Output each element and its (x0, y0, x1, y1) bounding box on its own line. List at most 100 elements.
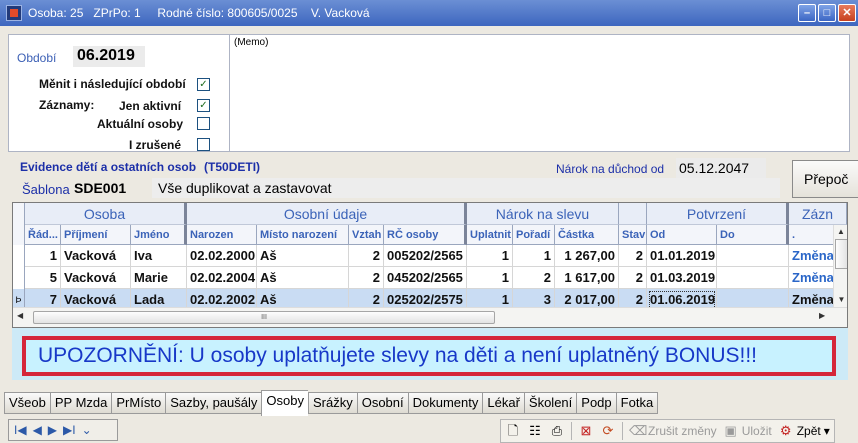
cell-prijmeni[interactable]: Vacková (61, 245, 131, 267)
cell-od[interactable]: 01.03.2019 (647, 267, 717, 289)
tab-fotka[interactable]: Fotka (615, 392, 659, 414)
delete-icon[interactable]: ⊠ (578, 423, 594, 439)
zpet-button[interactable]: ⚙ Zpět ▾ (778, 423, 830, 439)
cell-misto[interactable]: Aš (257, 245, 349, 267)
tab-pp-mzda[interactable]: PP Mzda (49, 392, 112, 414)
ulozit-button[interactable]: ▣ Uložit (723, 423, 772, 439)
app-icon (6, 5, 22, 21)
group-osobni-udaje: Osobní údaje (187, 203, 467, 225)
tab-osobni[interactable]: Osobní (356, 392, 408, 414)
col-jmeno[interactable]: Jméno (131, 225, 187, 245)
refresh-icon[interactable]: ⟳ (600, 423, 616, 439)
cell-narozen[interactable]: 02.02.2000 (187, 245, 257, 267)
sablona-code[interactable]: SDE001 (74, 180, 126, 196)
tab-dokumenty[interactable]: Dokumenty (407, 392, 483, 414)
cell-stav[interactable]: 2 (619, 245, 647, 267)
horizontal-scroll-thumb[interactable]: III (33, 311, 495, 324)
last-record-icon[interactable]: ▶I (63, 423, 76, 437)
menit-label: Měnit i následující období (39, 77, 186, 91)
cell-rc[interactable]: 005202/2565 (384, 245, 467, 267)
cell-od[interactable]: 01.01.2019 (647, 245, 717, 267)
next-record-icon[interactable]: ▶ (48, 423, 57, 437)
col-rad[interactable]: Řád... (25, 225, 61, 245)
horizontal-scrollbar[interactable]: ◀ III ▶ (13, 307, 847, 327)
tab-sazby-pausaly[interactable]: Sazby, paušály (165, 392, 262, 414)
group-potvrzeni: Potvrzení (647, 203, 789, 225)
cell-poradi[interactable]: 1 (513, 245, 555, 267)
close-button[interactable]: ✕ (838, 4, 856, 22)
cell-uplatnit[interactable]: 1 (467, 267, 513, 289)
back-icon: ⚙ (779, 423, 792, 438)
vertical-scrollbar[interactable]: ▲ ▼ (833, 225, 847, 307)
tab-srazky[interactable]: Srážky (307, 392, 357, 414)
vertical-scroll-thumb[interactable] (835, 239, 847, 269)
cell-vztah[interactable]: 2 (349, 267, 384, 289)
col-rc[interactable]: RČ osoby (384, 225, 467, 245)
scroll-down-icon[interactable]: ▼ (834, 293, 847, 307)
zpet-dropdown-icon[interactable]: ▾ (824, 424, 830, 438)
col-castka[interactable]: Částka (555, 225, 619, 245)
cell-vztah[interactable]: 2 (349, 245, 384, 267)
cell-castka[interactable]: 1 617,00 (555, 267, 619, 289)
list-edit-icon[interactable]: ☷ (527, 423, 543, 439)
scroll-right-icon[interactable]: ▶ (819, 311, 825, 320)
maximize-button[interactable]: □ (818, 4, 836, 22)
col-do[interactable]: Do (717, 225, 789, 245)
col-poradi[interactable]: Pořadí (513, 225, 555, 245)
aktualni-osoby-checkbox[interactable] (197, 117, 210, 130)
tab-skoleni[interactable]: Školení (523, 392, 577, 414)
row-indicator[interactable] (13, 267, 25, 289)
tab-prmisto[interactable]: PrMísto (111, 392, 166, 414)
minimize-button[interactable]: – (798, 4, 816, 22)
cell-do[interactable] (717, 245, 789, 267)
main-window: Období 06.2019 Měnit i následující obdob… (0, 26, 858, 443)
cell-jmeno[interactable]: Marie (131, 267, 187, 289)
toolbar-separator (571, 422, 572, 440)
scroll-up-icon[interactable]: ▲ (834, 225, 847, 239)
col-stav[interactable]: Stav (619, 225, 647, 245)
zrusit-zmeny-button[interactable]: ⌫ Zrušit změny (629, 423, 717, 439)
navigator-menu-icon[interactable]: ⌄ (82, 423, 92, 437)
tab-lekar[interactable]: Lékař (482, 392, 524, 414)
first-record-icon[interactable]: I◀ (14, 423, 27, 437)
col-prijmeni[interactable]: Příjmení (61, 225, 131, 245)
tab-podp[interactable]: Podp (576, 392, 616, 414)
col-vztah[interactable]: Vztah (349, 225, 384, 245)
tab-vseob[interactable]: Všeob (4, 392, 50, 414)
section-title-text: Evidence dětí a ostatních osob (20, 160, 197, 174)
print-icon[interactable]: ⎙ (549, 423, 565, 439)
cell-do[interactable] (717, 267, 789, 289)
row-indicator[interactable] (13, 245, 25, 267)
jen-aktivni-checkbox[interactable]: ✓ (197, 99, 210, 112)
table-row[interactable]: 1 Vacková Iva 02.02.2000 Aš 2 005202/256… (13, 245, 847, 267)
cell-rc[interactable]: 045202/2565 (384, 267, 467, 289)
obdobi-value[interactable]: 06.2019 (73, 46, 145, 67)
cell-uplatnit[interactable]: 1 (467, 245, 513, 267)
sablona-text: Vše duplikovat a zastavovat (152, 178, 780, 198)
cell-jmeno[interactable]: Iva (131, 245, 187, 267)
new-document-icon[interactable]: 🗋 (505, 423, 521, 439)
col-uplatnit[interactable]: Uplatnit (467, 225, 513, 245)
prev-record-icon[interactable]: ◀ (33, 423, 42, 437)
cell-prijmeni[interactable]: Vacková (61, 267, 131, 289)
cell-stav[interactable]: 2 (619, 267, 647, 289)
i-zrusene-label: I zrušené (129, 138, 182, 152)
cell-poradi[interactable]: 2 (513, 267, 555, 289)
cell-rad[interactable]: 1 (25, 245, 61, 267)
cell-narozen[interactable]: 02.02.2004 (187, 267, 257, 289)
cell-rad[interactable]: 5 (25, 267, 61, 289)
i-zrusene-checkbox[interactable] (197, 138, 210, 151)
tab-osoby[interactable]: Osoby (261, 390, 308, 416)
prepocet-button[interactable]: Přepoč (792, 160, 858, 198)
col-narozen[interactable]: Narozen (187, 225, 257, 245)
narok-value[interactable]: 05.12.2047 (676, 158, 766, 178)
table-row[interactable]: 5 Vacková Marie 02.02.2004 Aš 2 045202/2… (13, 267, 847, 289)
scroll-left-icon[interactable]: ◀ (17, 311, 23, 320)
cell-misto[interactable]: Aš (257, 267, 349, 289)
window-title: Osoba: 25 ZPrPo: 1 Rodné číslo: 800605/0… (28, 6, 370, 20)
menit-checkbox[interactable]: ✓ (197, 78, 210, 91)
col-od[interactable]: Od (647, 225, 717, 245)
memo-field[interactable]: (Memo) (229, 35, 849, 151)
col-misto[interactable]: Místo narození (257, 225, 349, 245)
cell-castka[interactable]: 1 267,00 (555, 245, 619, 267)
